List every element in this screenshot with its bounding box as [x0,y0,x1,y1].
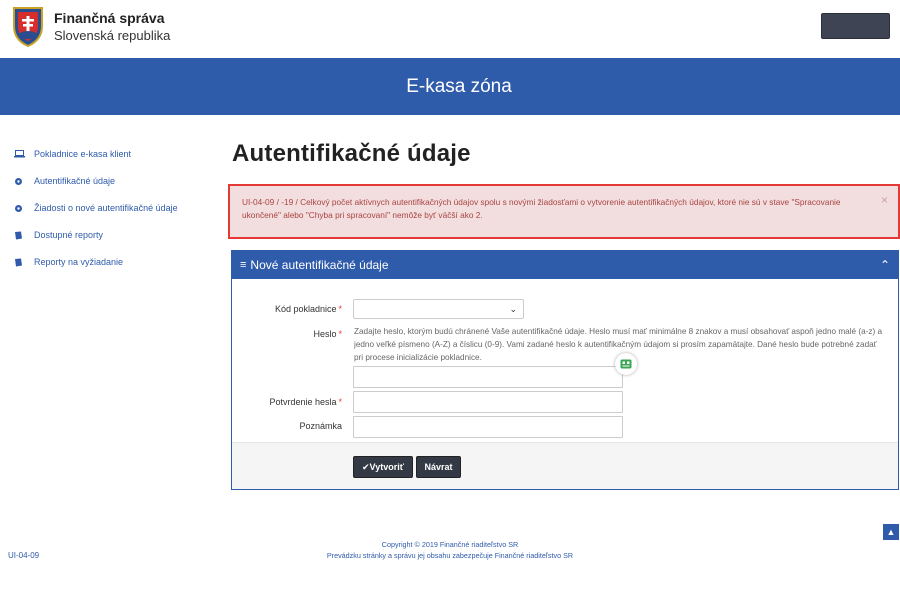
book-icon [14,228,34,240]
alert-message: UI-04-09 / -19 / Celkový počet aktívnych… [242,197,841,220]
page-title: Autentifikačné údaje [232,140,471,167]
sidebar-item-pokladnice[interactable]: Pokladnice e-kasa klient [14,147,214,161]
list-icon: ≡ [240,259,247,271]
error-alert: UI-04-09 / -19 / Celkový počet aktívnych… [228,184,900,239]
gear-icon [14,201,34,213]
gear-icon [14,174,34,186]
sidebar-item-label: Pokladnice e-kasa klient [34,149,132,159]
sidebar-item-autentifikacne-udaje[interactable]: Autentifikačné údaje [14,174,214,188]
chevron-down-icon: ⌄ [509,304,517,314]
password-input[interactable] [353,366,623,388]
banner-title: E-kasa zóna [406,75,512,97]
state-emblem-logo[interactable] [8,4,48,48]
chevron-up-icon: ▲ [886,527,896,537]
potvrdenie-label-text: Potvrdenie hesla [269,397,337,407]
kod-pokladnice-label-text: Kód pokladnice [274,304,337,314]
brand-title: Finančná správa [54,10,165,26]
zone-banner: E-kasa zóna [0,58,900,115]
password-confirm-input[interactable] [353,391,623,413]
close-icon[interactable]: × [881,194,888,207]
sidebar-item-reporty-na-vyziadanie[interactable]: Reporty na vyžiadanie [14,255,214,269]
kod-pokladnice-label: Kód pokladnice * [232,304,342,314]
brand-subtitle: Slovenská republika [54,28,171,43]
panel-title: Nové autentifikačné údaje [250,258,389,272]
note-input[interactable] [353,416,623,438]
heslo-label: Heslo * [232,329,342,339]
required-mark: * [338,304,342,314]
laptop-icon [14,147,34,158]
sidebar-item-label: Autentifikačné údaje [34,176,116,186]
footer: Copyright © 2019 Finančné riaditeľstvo S… [230,539,670,561]
poznamka-label: Poznámka [232,421,342,431]
sidebar-item-label: Žiadosti o nové autentifikačné údaje [34,203,178,213]
create-button[interactable]: ✔Vytvoriť [353,456,413,478]
new-credentials-panel: ≡ Nové autentifikačné údaje ⌃ Kód poklad… [231,250,899,490]
operator-text: Prevádzku stránky a správu jej obsahu za… [326,551,574,560]
sidebar-item-label: Dostupné reporty [34,230,104,240]
copyright-text: Copyright © 2019 Finančné riaditeľstvo S… [381,540,519,549]
chevron-up-icon[interactable]: ⌃ [880,258,890,272]
potvrdenie-label: Potvrdenie hesla * [232,397,342,407]
heslo-label-text: Heslo [313,329,337,339]
top-header: Finančná správa Slovenská republika [0,0,900,58]
page-id: UI-04-09 [8,551,40,560]
sidebar-item-dostupne-reporty[interactable]: Dostupné reporty [14,228,214,242]
kod-pokladnice-select[interactable]: ⌄ [353,299,524,319]
sidebar: Pokladnice e-kasa klient Autentifikačné … [14,147,214,282]
login-button[interactable] [821,13,890,39]
sidebar-item-label: Reporty na vyžiadanie [34,257,124,267]
required-mark: * [338,329,342,339]
required-mark: * [338,397,342,407]
form-actions: ✔Vytvoriť Návrat [232,442,898,489]
back-button[interactable]: Návrat [416,456,461,478]
panel-header[interactable]: ≡ Nové autentifikačné údaje ⌃ [232,251,898,279]
book-icon [14,255,34,267]
poznamka-label-text: Poznámka [299,421,342,431]
scroll-top-button[interactable]: ▲ [883,524,899,540]
password-manager-icon[interactable] [615,353,637,375]
sidebar-item-ziadosti[interactable]: Žiadosti o nové autentifikačné údaje [14,201,214,215]
